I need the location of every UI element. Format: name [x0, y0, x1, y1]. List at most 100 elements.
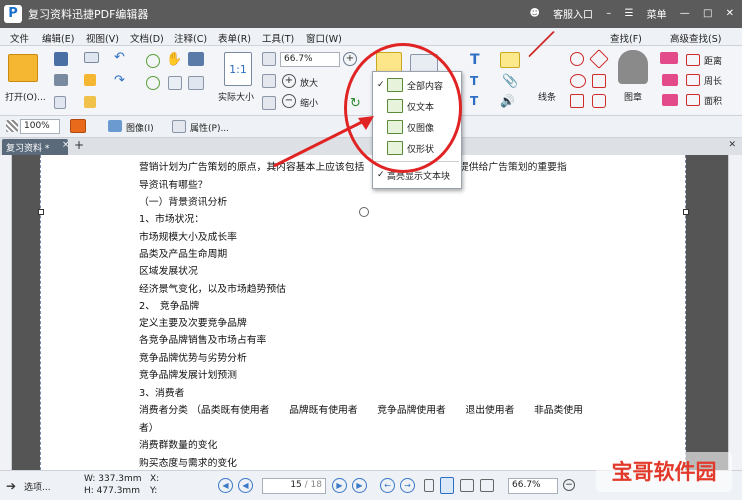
export-icon[interactable] [84, 74, 96, 86]
resize-handle-left[interactable] [38, 209, 44, 215]
fit-page-icon[interactable] [262, 52, 276, 66]
menu-tools[interactable]: 工具(T) [262, 31, 294, 45]
facing-page-icon[interactable] [460, 479, 474, 492]
resize-handle-right[interactable] [683, 209, 689, 215]
page-number-field[interactable]: 15 / 18 [262, 478, 326, 494]
new-document-icon[interactable] [84, 96, 96, 108]
hand-tool-icon[interactable]: ✋ [166, 52, 182, 68]
prev-page-icon[interactable]: ◀ [238, 478, 253, 493]
perimeter-icon[interactable] [686, 74, 700, 86]
area-icon[interactable] [686, 94, 700, 106]
sound-icon[interactable]: 🔊 [500, 94, 518, 108]
menu-file[interactable]: 文件 [10, 31, 29, 45]
menu-view[interactable]: 视图(V) [86, 31, 119, 45]
single-page-icon[interactable] [424, 479, 434, 492]
continuous-page-icon[interactable] [440, 477, 454, 494]
service-button[interactable]: 客服入口 [553, 6, 593, 21]
new-tab-icon[interactable]: + [74, 138, 84, 152]
zoom-in-icon[interactable]: + [282, 74, 296, 88]
open-folder-icon[interactable] [8, 54, 38, 82]
line-button[interactable]: 线条 [538, 90, 556, 103]
minimize-icon[interactable]: — [680, 8, 690, 19]
pencil-icon[interactable] [662, 94, 678, 106]
zoom-out-icon[interactable]: − [282, 94, 296, 108]
minimize-small-icon[interactable]: – [606, 8, 611, 19]
circle-tool-icon[interactable] [570, 52, 584, 66]
properties-button[interactable]: 属性(P)... [190, 121, 229, 134]
stamp-icon[interactable] [618, 50, 648, 84]
vertical-scrollbar[interactable] [728, 155, 742, 470]
area-button[interactable]: 面积 [704, 94, 722, 107]
save-icon[interactable] [54, 52, 68, 66]
select-graphic-icon[interactable] [188, 76, 204, 90]
last-page-icon[interactable]: ▶ [352, 478, 367, 493]
menu-button[interactable]: 菜单 [647, 6, 667, 21]
opacity-input[interactable]: 100% [20, 119, 60, 134]
tab-close-icon[interactable]: × [62, 140, 70, 150]
status-zoom-input[interactable]: 66.7% [508, 478, 558, 494]
menu-document[interactable]: 文档(D) [130, 31, 164, 45]
maximize-icon[interactable]: □ [703, 8, 712, 19]
zoom-in-button[interactable]: 放大 [300, 76, 318, 89]
close-all-tabs-icon[interactable]: ✕ [728, 140, 736, 150]
menu-edit[interactable]: 编辑(E) [42, 31, 74, 45]
distance-icon[interactable] [686, 54, 700, 66]
fit-width-icon[interactable] [262, 74, 276, 88]
print-icon[interactable] [54, 74, 68, 86]
pdf-page[interactable]: 营销计划为广告策划的原点，其内容基本上应该包括 导资讯有哪些？ （一）背景资讯分析 1… [40, 155, 686, 470]
highlight-icon[interactable] [662, 74, 678, 86]
left-panel[interactable] [0, 155, 12, 470]
select-options-button[interactable]: 选项... [24, 480, 51, 493]
redo-icon[interactable]: ↷ [114, 74, 130, 88]
rectangle-tool-icon[interactable] [570, 94, 584, 108]
email-icon[interactable] [84, 52, 99, 63]
zoom-dropdown-icon[interactable]: + [343, 52, 357, 66]
open-button[interactable]: 打开(O)... [5, 90, 46, 103]
menu-icon[interactable]: ☰ [624, 8, 633, 19]
typewriter-icon[interactable]: T [470, 74, 488, 88]
stamp-button[interactable]: 图章 [624, 90, 642, 103]
forward-icon[interactable] [146, 76, 160, 90]
eraser-icon[interactable] [660, 52, 678, 64]
back-icon[interactable] [146, 54, 160, 68]
strikethrough-icon[interactable]: T [470, 94, 488, 108]
zoom-out-button[interactable]: 缩小 [300, 96, 318, 109]
menu-form[interactable]: 表单(R) [218, 31, 251, 45]
text-tool-icon[interactable]: T [470, 52, 488, 68]
distance-button[interactable]: 距离 [704, 54, 722, 67]
menu-window[interactable]: 窗口(W) [306, 31, 342, 45]
advanced-find-button[interactable]: 高级查找(S) [670, 31, 721, 45]
perimeter-button[interactable]: 周长 [704, 74, 722, 87]
undo-icon[interactable]: ↶ [114, 51, 130, 65]
document-icon[interactable] [54, 96, 66, 109]
checker-icon [6, 120, 18, 132]
user-icon[interactable]: ☻ [529, 8, 539, 19]
select-text-icon[interactable] [168, 76, 182, 90]
facing-continuous-icon[interactable] [480, 479, 494, 492]
polygon-tool-icon[interactable] [589, 49, 609, 69]
zoom-input[interactable]: 66.7% [280, 52, 340, 67]
page-line: 定义主要及次要竞争品牌 [139, 318, 247, 329]
pointer-icon[interactable]: ➔ [6, 479, 20, 493]
ellipse-tool-icon[interactable] [570, 74, 586, 88]
image-button[interactable]: 图像(I) [126, 121, 154, 134]
snapshot-icon[interactable] [188, 52, 204, 66]
note-icon[interactable] [500, 52, 520, 68]
find-button[interactable]: 查找(F) [610, 31, 642, 45]
next-page-icon[interactable]: ▶ [332, 478, 347, 493]
menu-comment[interactable]: 注释(C) [174, 31, 207, 45]
history-forward-icon[interactable]: → [400, 478, 415, 493]
actual-size-icon[interactable]: 1:1 [224, 52, 252, 86]
attach-icon[interactable]: 📎 [502, 74, 518, 90]
fit-visible-icon[interactable] [262, 96, 276, 110]
polyline-tool-icon[interactable] [592, 74, 606, 88]
page-line: 导资讯有哪些？ [139, 180, 208, 191]
status-zoom-out-icon[interactable]: − [563, 479, 575, 491]
tab-document[interactable]: 复习资料 * [2, 139, 68, 155]
cloud-tool-icon[interactable] [592, 94, 606, 108]
actual-size-label[interactable]: 实际大小 [218, 90, 254, 103]
first-page-icon[interactable]: ◀ [218, 478, 233, 493]
close-icon[interactable]: ✕ [726, 8, 734, 19]
fill-color-icon[interactable] [70, 119, 86, 133]
history-back-icon[interactable]: ← [380, 478, 395, 493]
